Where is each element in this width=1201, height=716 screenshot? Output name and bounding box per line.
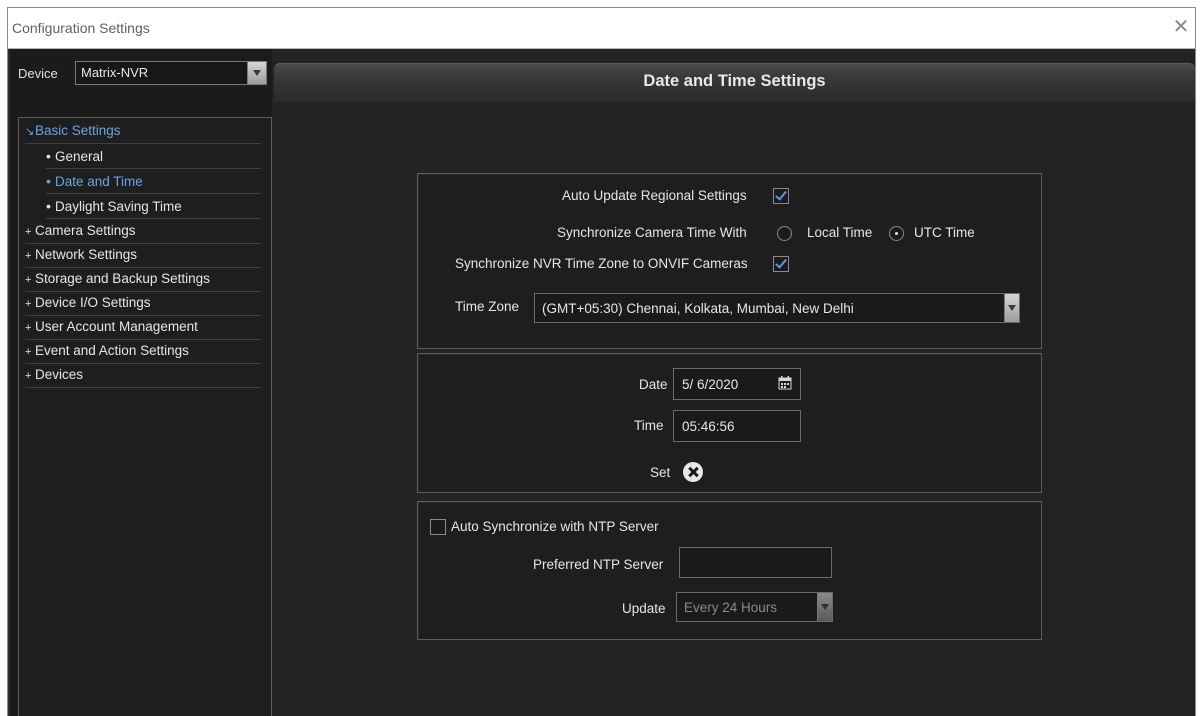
sidebar-edge — [8, 49, 10, 716]
time-zone-dropdown[interactable]: (GMT+05:30) Chennai, Kolkata, Mumbai, Ne… — [534, 293, 1020, 323]
expand-plus-icon: + — [25, 226, 32, 238]
chevron-down-icon[interactable] — [1004, 294, 1019, 322]
regional-settings-panel: Auto Update Regional Settings Synchroniz… — [417, 173, 1042, 349]
tree-item-devices[interactable]: + Devices — [25, 363, 261, 388]
tree-item-daylight-saving-time[interactable]: • Daylight Saving Time — [46, 194, 261, 219]
preferred-ntp-label: Preferred NTP Server — [533, 557, 664, 572]
update-label: Update — [622, 601, 666, 616]
preferred-ntp-input[interactable] — [679, 547, 832, 578]
bullet-icon: • — [46, 173, 51, 189]
tree-item-camera-settings[interactable]: + Camera Settings — [25, 219, 261, 244]
expand-plus-icon: + — [25, 298, 32, 310]
bullet-icon: • — [46, 198, 51, 214]
tree-item-basic-settings[interactable]: ↘Basic Settings — [25, 119, 261, 144]
tree-item-label: General — [55, 149, 104, 164]
sync-camera-label: Synchronize Camera Time With — [557, 225, 747, 240]
chevron-down-icon[interactable] — [247, 62, 266, 84]
collapse-arrow-icon: ↘ — [25, 126, 35, 138]
page-header: Date and Time Settings — [274, 63, 1195, 102]
tree-item-label: User Account Management — [35, 319, 198, 334]
tree-item-event-and-action-settings[interactable]: + Event and Action Settings — [25, 339, 261, 364]
calendar-icon[interactable] — [778, 376, 792, 390]
auto-update-label: Auto Update Regional Settings — [562, 188, 747, 203]
update-interval-value: Every 24 Hours — [684, 600, 778, 615]
expand-plus-icon: + — [25, 322, 32, 334]
expand-plus-icon: + — [25, 346, 32, 358]
local-time-radio[interactable] — [777, 226, 792, 241]
date-value: 5/ 6/2020 — [682, 377, 739, 392]
configuration-window: Configuration Settings ✕ Device Matrix-N… — [7, 7, 1196, 716]
update-interval-dropdown[interactable]: Every 24 Hours — [676, 592, 833, 622]
time-label: Time — [634, 418, 664, 433]
tree-item-device-io-settings[interactable]: + Device I/O Settings — [25, 291, 261, 316]
tree-item-label: Date and Time — [55, 174, 143, 189]
window-title: Configuration Settings — [12, 20, 150, 36]
time-input[interactable]: 05:46:56 — [673, 410, 801, 442]
tree-item-label: Event and Action Settings — [35, 343, 189, 358]
tree-item-label: Storage and Backup Settings — [35, 271, 210, 286]
tree-item-label: Camera Settings — [35, 223, 136, 238]
set-label: Set — [650, 465, 671, 480]
sync-nvr-tz-checkbox[interactable] — [773, 256, 789, 272]
time-value: 05:46:56 — [682, 419, 735, 434]
date-input[interactable]: 5/ 6/2020 — [673, 368, 801, 400]
bullet-icon: • — [46, 148, 51, 164]
tree-item-network-settings[interactable]: + Network Settings — [25, 243, 261, 268]
settings-tree: ↘Basic Settings • General • Date and Time … — [18, 117, 272, 716]
expand-plus-icon: + — [25, 250, 32, 262]
utc-time-label: UTC Time — [914, 225, 975, 240]
date-label: Date — [639, 377, 668, 392]
close-icon[interactable]: ✕ — [1169, 16, 1193, 40]
sync-nvr-tz-label: Synchronize NVR Time Zone to ONVIF Camer… — [455, 256, 748, 271]
date-time-panel: Date 5/ 6/2020 Time 05:46:56 Set — [417, 353, 1042, 493]
time-zone-value: (GMT+05:30) Chennai, Kolkata, Mumbai, Ne… — [542, 301, 854, 316]
page-title: Date and Time Settings — [643, 72, 826, 90]
title-bar: Configuration Settings ✕ — [8, 8, 1195, 49]
tree-item-label: Network Settings — [35, 247, 138, 262]
tree-item-label: Daylight Saving Time — [55, 199, 182, 214]
tree-item-label: Device I/O Settings — [35, 295, 151, 310]
tree-item-label: Devices — [35, 367, 84, 382]
utc-time-radio[interactable] — [889, 226, 904, 241]
auto-update-checkbox[interactable] — [773, 188, 789, 204]
device-select-value: Matrix-NVR — [81, 65, 149, 80]
time-zone-label: Time Zone — [455, 299, 520, 314]
tree-item-general[interactable]: • General — [46, 144, 261, 169]
expand-plus-icon: + — [25, 370, 32, 382]
chevron-down-icon[interactable] — [817, 593, 832, 621]
ntp-panel: Auto Synchronize with NTP Server Preferr… — [417, 501, 1042, 640]
auto-sync-ntp-checkbox[interactable] — [430, 519, 446, 535]
local-time-label: Local Time — [807, 225, 873, 240]
set-button[interactable] — [683, 462, 703, 482]
tree-item-date-and-time[interactable]: • Date and Time — [46, 169, 261, 194]
sidebar: Device Matrix-NVR ↘Basic Settings • Gener… — [8, 49, 272, 716]
device-label: Device — [18, 66, 58, 81]
auto-sync-ntp-label: Auto Synchronize with NTP Server — [451, 519, 659, 534]
device-select[interactable]: Matrix-NVR — [75, 61, 267, 85]
tree-item-user-account-management[interactable]: + User Account Management — [25, 315, 261, 340]
tree-item-storage-and-backup-settings[interactable]: + Storage and Backup Settings — [25, 267, 261, 292]
tree-item-label: Basic Settings — [35, 123, 121, 138]
main-content: Date and Time Settings Auto Update Regio… — [274, 49, 1195, 716]
expand-plus-icon: + — [25, 274, 32, 286]
